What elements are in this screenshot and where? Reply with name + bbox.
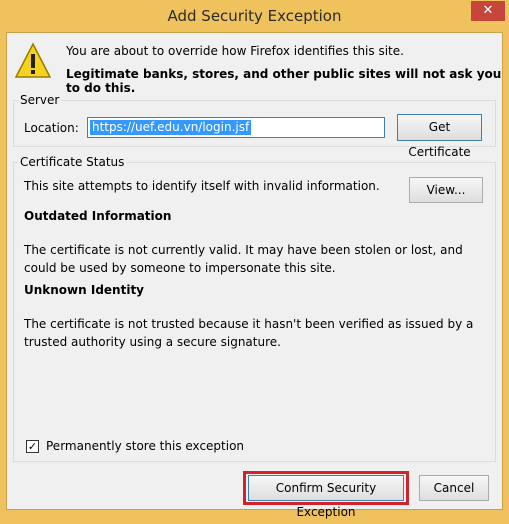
unknown-heading: Unknown Identity	[24, 283, 145, 297]
warning-message-bold: Legitimate banks, stores, and other publ…	[66, 67, 502, 95]
title-bar: Add Security Exception ✕	[0, 0, 509, 32]
certificate-status-group	[13, 162, 496, 462]
location-input[interactable]: https://uef.edu.vn/login.jsf	[87, 117, 385, 138]
location-label: Location:	[24, 121, 79, 135]
permanent-checkbox-label[interactable]: Permanently store this exception	[46, 439, 244, 453]
close-button[interactable]: ✕	[471, 1, 505, 21]
dialog-body: You are about to override how Firefox id…	[6, 32, 503, 519]
cancel-button[interactable]: Cancel	[419, 475, 489, 501]
outdated-heading: Outdated Information	[24, 209, 172, 223]
warning-message: You are about to override how Firefox id…	[66, 44, 404, 58]
warning-icon	[15, 42, 51, 78]
outdated-text: The certificate is not currently valid. …	[24, 243, 463, 275]
status-summary: This site attempts to identify itself wi…	[24, 179, 380, 193]
server-group-label: Server	[18, 93, 62, 107]
window-title: Add Security Exception	[167, 7, 342, 25]
view-button[interactable]: View...	[409, 177, 483, 203]
get-certificate-button[interactable]: Get Certificate	[397, 114, 482, 159]
certificate-status-label: Certificate Status	[18, 155, 127, 169]
confirm-security-exception-button[interactable]: Confirm Security Exception	[248, 475, 404, 519]
unknown-text: The certificate is not trusted because i…	[24, 317, 474, 349]
permanent-checkbox[interactable]: ✓	[26, 440, 39, 453]
location-value[interactable]: https://uef.edu.vn/login.jsf	[90, 120, 252, 135]
